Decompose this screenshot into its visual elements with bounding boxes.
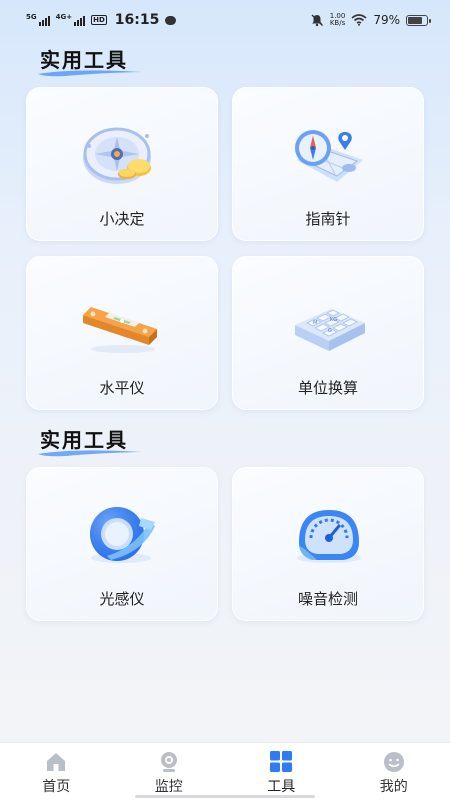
clock: 16:15 — [114, 12, 160, 28]
net-speed-unit: KB/s — [329, 19, 346, 27]
signal-4g-label: 4G+ — [55, 13, 73, 21]
nav-label-monitor: 监控 — [154, 779, 183, 795]
signal-4g-icon: 4G+ — [55, 13, 86, 26]
tool-card-decision[interactable]: 小决定 — [26, 87, 218, 241]
tool-card-noise[interactable]: 噪音检测 — [232, 467, 424, 621]
smiley-profile-icon — [383, 752, 404, 772]
spinner-wheel-icon — [77, 116, 167, 196]
net-speed: 1.00 KB/s — [330, 13, 346, 27]
battery-fill — [408, 16, 423, 24]
compass-map-icon — [283, 116, 373, 196]
status-left: 5G 4G+ HD 16:15 — [26, 12, 177, 28]
tool-label-noise: 噪音检测 — [297, 590, 358, 608]
nav-label-tools: 工具 — [267, 779, 296, 795]
tool-card-unit-convert[interactable]: M KG G 单位换算 — [232, 256, 424, 410]
tool-card-light-sensor[interactable]: 光感仪 — [26, 467, 218, 621]
wifi-icon — [351, 14, 367, 26]
message-notification-icon — [165, 15, 177, 25]
nav-label-profile: 我的 — [379, 779, 408, 795]
spirit-level-icon — [77, 285, 167, 365]
unit-keyboard-icon: M KG G — [283, 285, 373, 365]
battery-percent: 79% — [373, 13, 400, 27]
nav-item-monitor[interactable]: 监控 — [113, 743, 226, 800]
tool-label-compass: 指南针 — [305, 210, 351, 228]
signal-5g-icon: 5G — [26, 14, 50, 26]
nav-item-tools[interactable]: 工具 — [225, 743, 338, 800]
tool-label-decision: 小决定 — [99, 210, 145, 228]
camera-icon — [160, 752, 177, 772]
home-icon — [47, 753, 66, 771]
tool-card-compass[interactable]: 指南针 — [232, 87, 424, 241]
tool-label-light-sensor: 光感仪 — [99, 590, 145, 608]
svg-text:M: M — [313, 320, 317, 326]
hd-voice-badge: HD — [91, 15, 107, 25]
status-bar: 5G 4G+ HD 16:15 1.00 KB/s 79% — [0, 0, 450, 40]
signal-5g-label: 5G — [26, 13, 37, 21]
section-title-tools-2: 实用工具 — [38, 424, 142, 457]
section-title-text: 实用工具 — [40, 48, 128, 72]
nav-item-home[interactable]: 首页 — [0, 743, 113, 800]
tool-label-unit-convert: 单位换算 — [297, 379, 358, 397]
bell-muted-icon — [311, 14, 323, 27]
nav-item-profile[interactable]: 我的 — [338, 743, 450, 800]
section-title-tools-1: 实用工具 — [38, 44, 142, 77]
section-title-text: 实用工具 — [40, 428, 128, 452]
status-right: 1.00 KB/s 79% — [310, 13, 431, 27]
noise-gauge-icon — [283, 496, 373, 576]
tool-card-level[interactable]: 水平仪 — [26, 256, 218, 410]
light-sensor-icon — [77, 496, 167, 576]
tool-label-level: 水平仪 — [99, 379, 145, 397]
nav-label-home: 首页 — [42, 779, 71, 795]
svg-text:G: G — [328, 328, 332, 334]
home-indicator[interactable] — [135, 795, 315, 798]
grid-tools-icon — [270, 751, 293, 772]
bottom-nav: 首页 监控 工具 我的 — [0, 742, 450, 800]
battery-icon — [406, 14, 431, 26]
svg-text:KG: KG — [330, 317, 337, 323]
